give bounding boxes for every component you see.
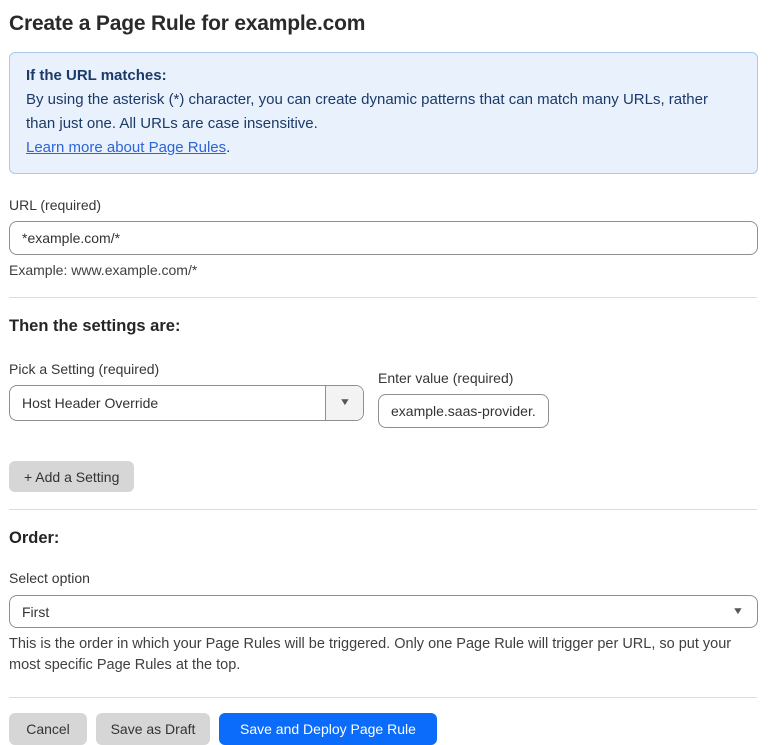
- cancel-button[interactable]: Cancel: [9, 713, 87, 745]
- order-heading: Order:: [9, 529, 60, 547]
- learn-more-link[interactable]: Learn more about Page Rules: [26, 139, 226, 156]
- url-example-hint: Example: www.example.com/*: [9, 262, 198, 278]
- link-suffix: .: [226, 139, 231, 156]
- chevron-down-icon: ▼: [338, 397, 351, 408]
- add-setting-button[interactable]: + Add a Setting: [9, 461, 135, 492]
- setting-select-value: Host Header Override: [22, 395, 159, 411]
- page-title: Create a Page Rule for example.com: [9, 12, 366, 35]
- order-help-text: This is the order in which your Page Rul…: [9, 636, 732, 673]
- pick-setting-label: Pick a Setting (required): [9, 361, 160, 377]
- url-match-info-box: If the URL matches: By using the asteris…: [9, 52, 758, 174]
- chevron-down-icon: ▼: [731, 605, 745, 617]
- settings-heading: Then the settings are:: [9, 317, 181, 335]
- divider: [9, 509, 757, 510]
- url-label: URL (required): [9, 197, 102, 213]
- setting-row: Pick a Setting (required) Host Header Ov…: [9, 361, 757, 428]
- divider: [9, 697, 757, 698]
- enter-value-group: Enter value (required): [378, 361, 549, 428]
- save-deploy-button[interactable]: Save and Deploy Page Rule: [219, 713, 437, 745]
- pick-setting-group: Pick a Setting (required) Host Header Ov…: [9, 361, 364, 428]
- url-input[interactable]: [9, 221, 758, 255]
- order-select[interactable]: First ▼: [9, 595, 758, 628]
- order-select-value: First: [22, 603, 50, 620]
- setting-select-caret-button[interactable]: ▼: [325, 386, 363, 420]
- save-draft-button[interactable]: Save as Draft: [96, 713, 210, 745]
- url-field-group: URL (required) Example: www.example.com/…: [9, 197, 758, 278]
- setting-select[interactable]: Host Header Override ▼: [9, 385, 364, 421]
- info-box-heading: If the URL matches:: [26, 67, 167, 84]
- setting-value-input[interactable]: [378, 394, 549, 428]
- enter-value-label: Enter value (required): [378, 370, 514, 386]
- footer-actions: Cancel Save as Draft Save and Deploy Pag…: [9, 713, 757, 745]
- create-page-rule-panel: Create a Page Rule for example.com If th…: [0, 0, 766, 745]
- select-option-label: Select option: [9, 570, 90, 586]
- info-box-link-line: Learn more about Page Rules.: [26, 136, 741, 160]
- info-box-body: By using the asterisk (*) character, you…: [26, 91, 708, 132]
- divider: [9, 297, 757, 298]
